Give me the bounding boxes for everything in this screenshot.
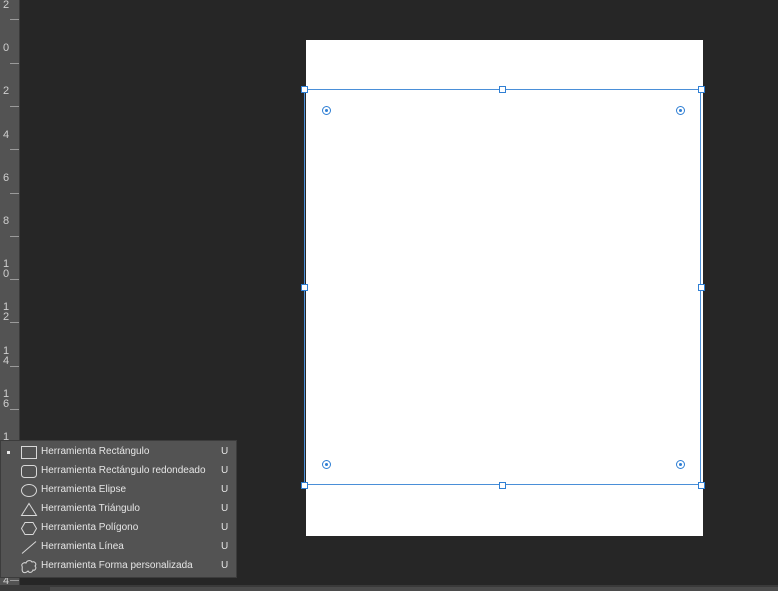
menu-item-shortcut: U — [221, 484, 229, 495]
horizontal-scrollbar-thumb[interactable] — [50, 587, 778, 591]
triangle-icon — [20, 502, 38, 516]
rounded-rectangle-icon — [21, 465, 37, 478]
ruler-label: 10 — [3, 258, 10, 280]
ruler-tick — [10, 236, 19, 237]
menu-item-shortcut: U — [221, 560, 229, 571]
ruler-label: 0 — [3, 42, 10, 54]
corner-radius-handle-top-left[interactable] — [322, 106, 331, 115]
menu-item-label: Herramienta Forma personalizada — [41, 560, 193, 571]
ruler-label: 12 — [3, 301, 10, 323]
menu-item-shortcut: U — [221, 541, 229, 552]
ruler-tick — [10, 366, 19, 367]
corner-radius-handle-top-right[interactable] — [676, 106, 685, 115]
ruler-label: 6 — [3, 172, 10, 184]
ruler-label: 8 — [3, 215, 10, 227]
menu-item-shortcut: U — [221, 503, 229, 514]
ruler-label: 4 — [3, 129, 10, 141]
menu-item-label: Herramienta Rectángulo redondeado — [41, 465, 206, 476]
transform-handle-bottom-left[interactable] — [301, 482, 308, 489]
menu-item-shortcut: U — [221, 465, 229, 476]
menu-item-label: Herramienta Rectángulo — [41, 446, 150, 457]
ruler-label: 14 — [3, 345, 10, 367]
menu-item-label: Herramienta Línea — [41, 541, 124, 552]
selected-check-icon — [7, 451, 10, 454]
ruler-tick — [10, 63, 19, 64]
corner-radius-handle-bottom-right[interactable] — [676, 460, 685, 469]
menu-item-label: Herramienta Polígono — [41, 522, 139, 533]
menu-item-shortcut: U — [221, 522, 229, 533]
rectangle-icon — [21, 446, 37, 459]
transform-handle-top-left[interactable] — [301, 86, 308, 93]
ruler-tick — [10, 193, 19, 194]
ellipse-icon — [21, 484, 37, 497]
ruler-label: 2 — [3, 85, 10, 97]
ruler-tick — [10, 106, 19, 107]
ruler-label: 2 — [3, 0, 10, 11]
selected-rectangle-shape[interactable] — [304, 89, 701, 485]
menu-item-line-tool[interactable]: Herramienta Línea U — [1, 538, 236, 557]
ruler-label: 16 — [3, 388, 10, 410]
ruler-tick — [10, 580, 19, 581]
transform-handle-bottom-center[interactable] — [499, 482, 506, 489]
ruler-tick — [10, 149, 19, 150]
menu-item-polygon-tool[interactable]: Herramienta Polígono U — [1, 519, 236, 538]
ruler-tick — [10, 19, 19, 20]
menu-item-custom-shape-tool[interactable]: Herramienta Forma personalizada U — [1, 557, 236, 576]
corner-radius-handle-bottom-left[interactable] — [322, 460, 331, 469]
transform-handle-middle-right[interactable] — [698, 284, 705, 291]
menu-item-ellipse-tool[interactable]: Herramienta Elipse U — [1, 481, 236, 500]
transform-handle-bottom-right[interactable] — [698, 482, 705, 489]
menu-item-triangle-tool[interactable]: Herramienta Triángulo U — [1, 500, 236, 519]
transform-handle-middle-left[interactable] — [301, 284, 308, 291]
menu-item-rounded-rectangle-tool[interactable]: Herramienta Rectángulo redondeado U — [1, 462, 236, 481]
transform-handle-top-center[interactable] — [499, 86, 506, 93]
transform-handle-top-right[interactable] — [698, 86, 705, 93]
ruler-tick — [10, 279, 19, 280]
polygon-icon — [20, 522, 38, 535]
shape-tools-flyout-menu: Herramienta Rectángulo U Herramienta Rec… — [0, 440, 237, 578]
menu-item-rectangle-tool[interactable]: Herramienta Rectángulo U — [1, 443, 236, 462]
line-icon — [21, 541, 37, 554]
menu-item-shortcut: U — [221, 446, 229, 457]
menu-item-label: Herramienta Triángulo — [41, 503, 140, 514]
ruler-tick — [10, 409, 19, 410]
menu-item-label: Herramienta Elipse — [41, 484, 127, 495]
ruler-tick — [10, 322, 19, 323]
custom-shape-icon — [21, 560, 37, 574]
